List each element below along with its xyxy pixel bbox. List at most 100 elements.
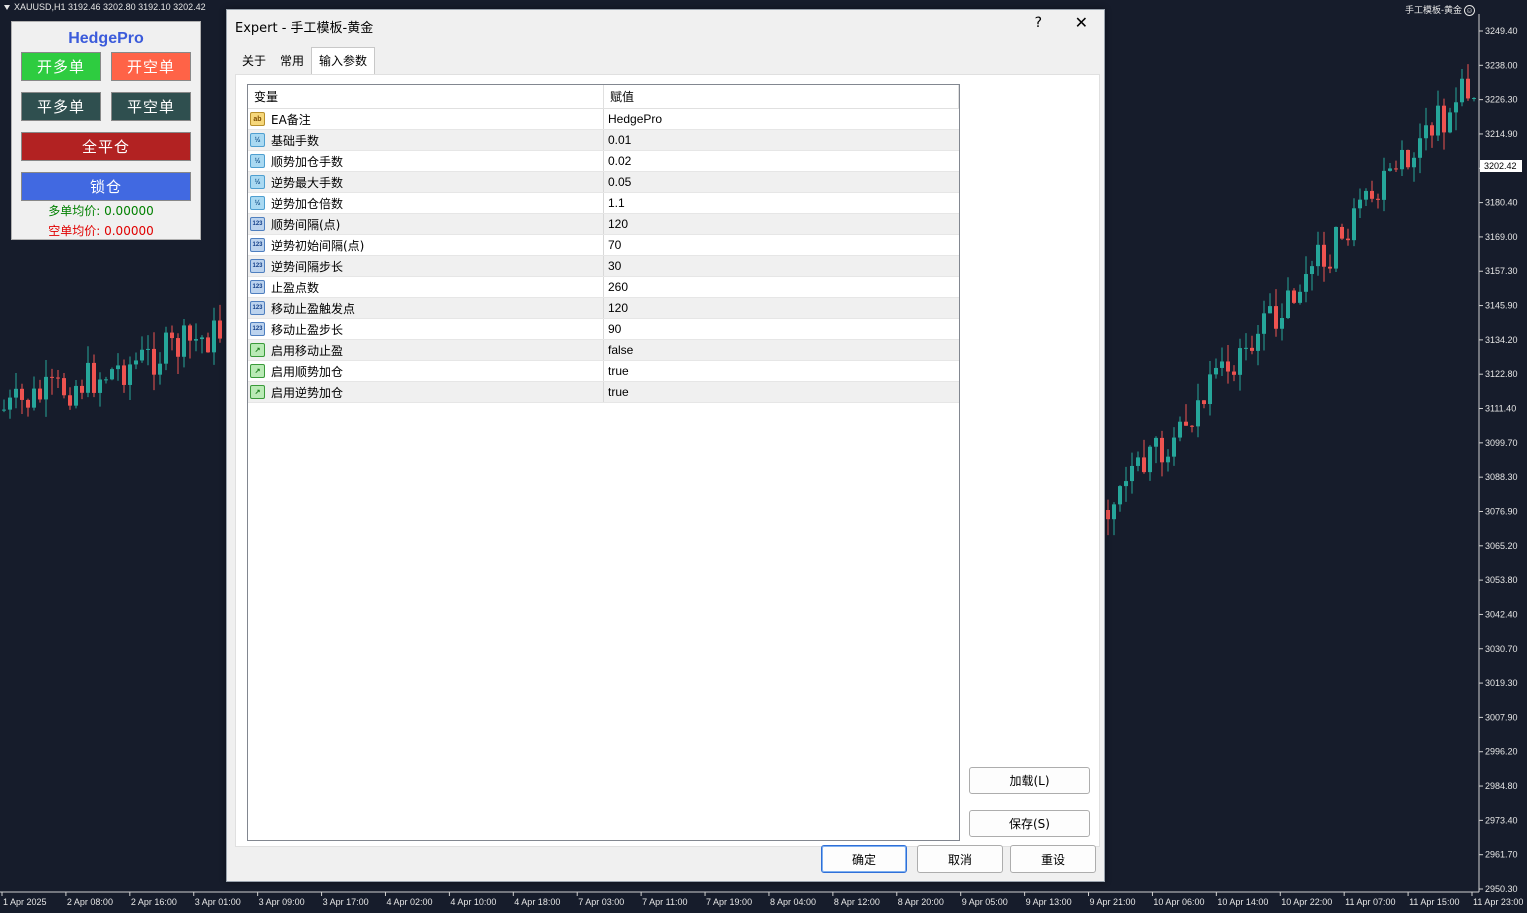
- time-tick-label: 10 Apr 06:00: [1153, 897, 1204, 907]
- parameter-value[interactable]: 120: [604, 298, 959, 318]
- time-tick-label: 8 Apr 04:00: [770, 897, 816, 907]
- price-tick-label: 2950.30: [1485, 884, 1518, 894]
- parameter-name-cell: 123 逆势初始间隔(点): [248, 235, 604, 255]
- open-long-button[interactable]: 开多单: [21, 52, 101, 81]
- close-all-button[interactable]: 全平仓: [21, 132, 191, 161]
- candle-body: [1160, 437, 1164, 463]
- ea-badge[interactable]: 手工模板-黄金 ☺: [1405, 3, 1475, 17]
- parameter-name-cell: ↗ 启用逆势加仓: [248, 382, 604, 402]
- candle-body: [128, 364, 132, 385]
- candle-body: [122, 365, 126, 385]
- close-short-button[interactable]: 平空单: [111, 92, 191, 121]
- parameter-name: 顺势加仓手数: [271, 154, 344, 169]
- candle-body: [1412, 157, 1416, 168]
- time-tick-label: 3 Apr 17:00: [323, 897, 369, 907]
- parameters-grid[interactable]: 变量 赋值 ab EA备注 HedgePro ½ 基础手数 0.01 ½ 顺势加仓手数 0.02…: [247, 84, 960, 841]
- close-icon[interactable]: ✕: [1075, 13, 1088, 32]
- ok-button[interactable]: 确定: [821, 845, 907, 873]
- candle-body: [1178, 421, 1182, 438]
- candle-body: [1208, 374, 1212, 405]
- help-icon[interactable]: ?: [1035, 15, 1042, 31]
- candle-body: [68, 395, 72, 406]
- candle-body: [152, 348, 156, 375]
- tab-about[interactable]: 关于: [235, 48, 273, 73]
- reset-button[interactable]: 重设: [1010, 845, 1096, 873]
- candle-body: [1460, 78, 1464, 103]
- time-tick-label: 2 Apr 16:00: [131, 897, 177, 907]
- time-tick-label: 4 Apr 02:00: [386, 897, 432, 907]
- parameter-name-cell: ↗ 启用移动止盈: [248, 340, 604, 360]
- candle-body: [1286, 290, 1290, 318]
- parameter-value[interactable]: true: [604, 361, 959, 381]
- parameter-row[interactable]: ↗ 启用顺势加仓 true: [248, 361, 959, 382]
- time-tick-label: 3 Apr 09:00: [259, 897, 305, 907]
- param-type-bool-icon: ↗: [250, 343, 265, 357]
- candle-body: [1202, 400, 1206, 405]
- tab-inputs[interactable]: 输入参数: [311, 47, 376, 74]
- price-tick-label: 3122.80: [1485, 369, 1518, 379]
- parameter-row[interactable]: 123 移动止盈步长 90: [248, 319, 959, 340]
- candle-body: [20, 388, 24, 400]
- parameter-value[interactable]: 30: [604, 256, 959, 276]
- parameter-row[interactable]: 123 逆势初始间隔(点) 70: [248, 235, 959, 256]
- parameter-name: 移动止盈步长: [271, 322, 344, 337]
- time-tick-label: 8 Apr 20:00: [898, 897, 944, 907]
- inputs-tab-panel: 变量 赋值 ab EA备注 HedgePro ½ 基础手数 0.01 ½ 顺势加仓手数 0.02…: [235, 74, 1100, 847]
- candle-body: [1232, 371, 1236, 375]
- dialog-tabs: 关于 常用 输入参数: [235, 47, 376, 74]
- load-button[interactable]: 加载(L): [969, 767, 1090, 794]
- parameter-value[interactable]: 0.05: [604, 172, 959, 192]
- parameter-value[interactable]: 70: [604, 235, 959, 255]
- time-tick-label: 2 Apr 08:00: [67, 897, 113, 907]
- parameter-row[interactable]: ½ 顺势加仓手数 0.02: [248, 151, 959, 172]
- candle-body: [1424, 125, 1428, 139]
- parameter-name: 启用逆势加仓: [271, 385, 344, 400]
- parameter-value[interactable]: 1.1: [604, 193, 959, 213]
- parameter-row[interactable]: 123 顺势间隔(点) 120: [248, 214, 959, 235]
- candle-body: [1304, 274, 1308, 292]
- parameter-row[interactable]: ½ 逆势加仓倍数 1.1: [248, 193, 959, 214]
- parameter-name: 止盈点数: [271, 280, 320, 295]
- parameter-value[interactable]: false: [604, 340, 959, 360]
- parameter-row[interactable]: ½ 基础手数 0.01: [248, 130, 959, 151]
- parameter-row[interactable]: ↗ 启用逆势加仓 true: [248, 382, 959, 403]
- candle-body: [1274, 306, 1278, 329]
- candle-body: [134, 360, 138, 365]
- parameter-row[interactable]: 123 移动止盈触发点 120: [248, 298, 959, 319]
- candle-body: [1118, 486, 1122, 505]
- parameter-value[interactable]: 0.01: [604, 130, 959, 150]
- cancel-button[interactable]: 取消: [917, 845, 1003, 873]
- param-type-half-icon: ½: [250, 133, 265, 147]
- parameter-value[interactable]: 0.02: [604, 151, 959, 171]
- candle-body: [1262, 313, 1266, 334]
- parameter-row[interactable]: 123 逆势间隔步长 30: [248, 256, 959, 277]
- save-button[interactable]: 保存(S): [969, 810, 1090, 837]
- parameter-value[interactable]: 260: [604, 277, 959, 297]
- parameter-row[interactable]: ↗ 启用移动止盈 false: [248, 340, 959, 361]
- param-type-ab-icon: ab: [250, 112, 265, 126]
- lock-button[interactable]: 锁仓: [21, 172, 191, 201]
- param-type-n123-icon: 123: [250, 259, 265, 273]
- parameter-value[interactable]: true: [604, 382, 959, 402]
- chart-menu-triangle-icon[interactable]: [4, 5, 10, 11]
- param-type-n123-icon: 123: [250, 301, 265, 315]
- candle-body: [1310, 266, 1314, 275]
- parameter-row[interactable]: ab EA备注 HedgePro: [248, 109, 959, 130]
- candle-body: [182, 325, 186, 357]
- close-long-button[interactable]: 平多单: [21, 92, 101, 121]
- candle-body: [38, 388, 42, 400]
- candle-body: [194, 339, 198, 341]
- column-header-value[interactable]: 赋值: [604, 85, 959, 108]
- parameter-row[interactable]: ½ 逆势最大手数 0.05: [248, 172, 959, 193]
- parameter-value[interactable]: 120: [604, 214, 959, 234]
- price-tick-label: 3180.40: [1485, 198, 1518, 208]
- parameter-value[interactable]: HedgePro: [604, 109, 959, 129]
- column-header-variable[interactable]: 变量: [248, 85, 604, 108]
- parameter-row[interactable]: 123 止盈点数 260: [248, 277, 959, 298]
- open-short-button[interactable]: 开空单: [111, 52, 191, 81]
- time-tick-label: 9 Apr 13:00: [1026, 897, 1072, 907]
- candle-body: [1316, 244, 1320, 267]
- tab-common[interactable]: 常用: [273, 48, 311, 73]
- parameter-value[interactable]: 90: [604, 319, 959, 339]
- parameter-name: 逆势加仓倍数: [271, 196, 344, 211]
